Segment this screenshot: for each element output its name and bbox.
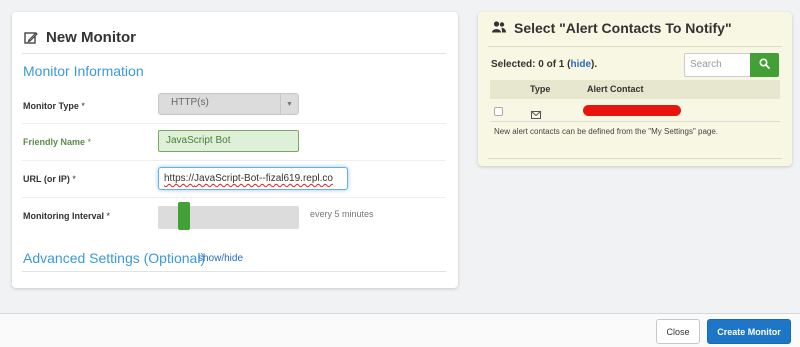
selected-hide-link[interactable]: hide — [570, 59, 591, 70]
selected-count: Selected: 0 of 1 (hide). — [491, 59, 598, 70]
modal-footer: Close Create Monitor — [0, 313, 800, 347]
alert-contacts-note: New alert contacts can be defined from t… — [494, 127, 719, 136]
divider — [22, 123, 446, 124]
search-input[interactable]: Search — [684, 53, 751, 77]
interval-label: Monitoring Interval * — [23, 211, 111, 221]
contact-checkbox[interactable] — [494, 107, 503, 116]
column-alert-contact: Alert Contact — [587, 84, 644, 94]
column-type: Type — [530, 84, 551, 94]
advanced-settings-toggle[interactable]: show/hide — [198, 253, 243, 264]
contacts-table-header: Type Alert Contact — [490, 80, 780, 99]
envelope-icon — [531, 106, 541, 124]
alert-panel-title: Select "Alert Contacts To Notify" — [492, 20, 732, 36]
section-title: Monitor Information — [23, 63, 144, 79]
friendly-name-label: Friendly Name * — [23, 137, 92, 147]
monitor-type-label: Monitor Type * — [23, 101, 85, 111]
search-button[interactable] — [750, 53, 779, 77]
interval-slider-handle[interactable] — [177, 202, 190, 230]
divider — [488, 46, 782, 47]
url-label: URL (or IP) * — [23, 174, 76, 184]
search-icon — [759, 56, 770, 74]
divider — [22, 53, 446, 54]
alert-panel-title-text: Select "Alert Contacts To Notify" — [514, 20, 732, 36]
advanced-settings-title: Advanced Settings (Optional) — [23, 250, 206, 266]
create-monitor-button[interactable]: Create Monitor — [707, 319, 791, 344]
divider — [22, 271, 446, 272]
divider — [22, 160, 446, 161]
table-row — [490, 101, 780, 122]
panel-title-text: New Monitor — [46, 29, 136, 46]
close-button[interactable]: Close — [656, 319, 700, 344]
divider — [22, 197, 446, 198]
edit-icon — [24, 31, 38, 45]
monitor-type-value: HTTP(s) — [171, 97, 209, 108]
new-monitor-panel: New Monitor Monitor Information Monitor … — [12, 12, 458, 288]
redacted-contact — [583, 105, 681, 116]
divider — [488, 158, 782, 159]
users-icon — [492, 20, 506, 36]
alert-contacts-panel: Select "Alert Contacts To Notify" Select… — [478, 12, 792, 166]
panel-title: New Monitor — [24, 29, 136, 46]
interval-value-text: every 5 minutes — [310, 209, 374, 219]
url-input[interactable]: https://JavaScript-Bot--fizal619.repl.co — [158, 167, 348, 190]
chevron-down-icon: ▼ — [280, 94, 298, 114]
friendly-name-input[interactable]: JavaScript Bot — [158, 130, 299, 152]
monitor-type-select[interactable]: HTTP(s) ▼ — [158, 93, 299, 115]
